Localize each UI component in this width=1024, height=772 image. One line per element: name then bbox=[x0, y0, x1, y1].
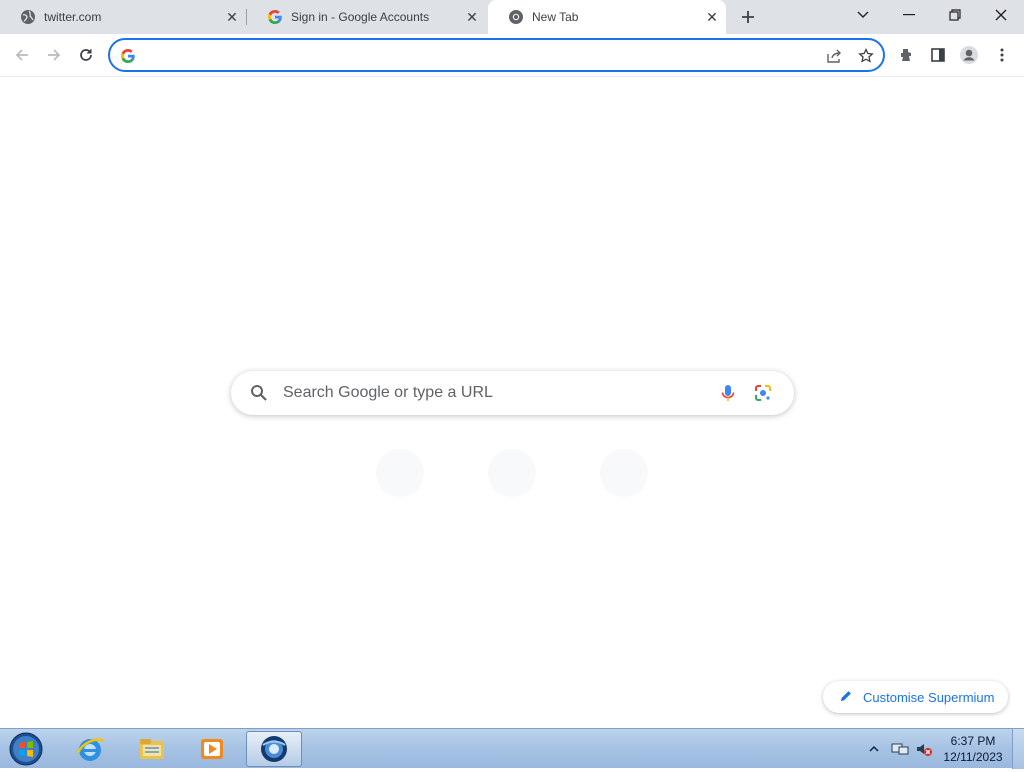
more-menu-icon[interactable] bbox=[992, 45, 1012, 65]
tab-title: Sign in - Google Accounts bbox=[291, 10, 430, 24]
chromium-icon bbox=[508, 9, 524, 25]
tab-new-tab[interactable]: New Tab ✕ bbox=[488, 0, 726, 34]
reload-icon[interactable] bbox=[74, 43, 98, 67]
customise-button[interactable]: Customise Supermium bbox=[823, 681, 1008, 713]
tab-twitter[interactable]: twitter.com ✕ bbox=[0, 0, 246, 34]
customise-label: Customise Supermium bbox=[863, 689, 995, 705]
show-desktop-button[interactable] bbox=[1012, 729, 1024, 769]
side-panel-icon[interactable] bbox=[928, 45, 948, 65]
pencil-icon bbox=[839, 689, 855, 705]
tab-strip: twitter.com ✕ Sign in - Google Accounts … bbox=[0, 0, 1024, 34]
profile-avatar-icon[interactable] bbox=[959, 45, 979, 65]
extensions-icon[interactable] bbox=[896, 45, 916, 65]
google-g-icon bbox=[267, 9, 283, 25]
show-hidden-icons-icon[interactable] bbox=[866, 745, 882, 753]
close-tab-icon[interactable]: ✕ bbox=[464, 9, 480, 25]
google-g-icon bbox=[120, 48, 136, 64]
close-tab-icon[interactable]: ✕ bbox=[224, 9, 240, 25]
back-icon[interactable] bbox=[10, 43, 34, 67]
tab-google-accounts[interactable]: Sign in - Google Accounts ✕ bbox=[247, 0, 486, 34]
clock-time: 6:37 PM bbox=[950, 734, 996, 748]
minimize-icon[interactable] bbox=[886, 0, 932, 30]
restore-icon[interactable] bbox=[932, 0, 978, 30]
forward-icon[interactable] bbox=[42, 43, 66, 67]
bookmark-star-icon[interactable] bbox=[857, 47, 875, 65]
omnibox-input[interactable] bbox=[142, 46, 822, 64]
media-player-icon[interactable] bbox=[184, 731, 240, 767]
start-orb-icon[interactable] bbox=[6, 731, 46, 767]
globe-icon bbox=[20, 9, 36, 25]
google-lens-icon[interactable] bbox=[753, 383, 773, 403]
windows-taskbar: 6:37 PM 12/11/2023 bbox=[0, 728, 1024, 769]
shortcut-tile bbox=[600, 449, 648, 497]
search-icon bbox=[249, 383, 269, 403]
voice-search-mic-icon[interactable] bbox=[718, 383, 738, 403]
shortcut-tile bbox=[488, 449, 536, 497]
search-placeholder: Search Google or type a URL bbox=[283, 384, 493, 401]
volume-muted-icon[interactable] bbox=[912, 741, 936, 757]
shortcut-tile bbox=[376, 449, 424, 497]
close-tab-icon[interactable]: ✕ bbox=[704, 9, 720, 25]
system-tray bbox=[866, 729, 936, 769]
new-tab-page: Search Google or type a URL Customise Su… bbox=[0, 77, 1024, 728]
tab-title: twitter.com bbox=[44, 10, 102, 24]
network-icon[interactable] bbox=[888, 741, 912, 757]
tab-search-icon[interactable] bbox=[840, 0, 886, 30]
file-explorer-icon[interactable] bbox=[124, 731, 180, 767]
share-icon[interactable] bbox=[825, 47, 843, 65]
supermium-browser-icon[interactable] bbox=[246, 731, 302, 767]
clock-date: 12/11/2023 bbox=[943, 750, 1003, 764]
taskbar-clock[interactable]: 6:37 PM 12/11/2023 bbox=[938, 733, 1008, 765]
internet-explorer-icon[interactable] bbox=[62, 731, 118, 767]
ntp-search-box[interactable]: Search Google or type a URL bbox=[231, 371, 794, 415]
new-tab-plus-icon[interactable] bbox=[737, 6, 759, 28]
close-icon[interactable] bbox=[978, 0, 1024, 30]
tab-title: New Tab bbox=[532, 10, 579, 24]
address-bar[interactable] bbox=[108, 38, 885, 72]
browser-toolbar bbox=[0, 34, 1024, 77]
